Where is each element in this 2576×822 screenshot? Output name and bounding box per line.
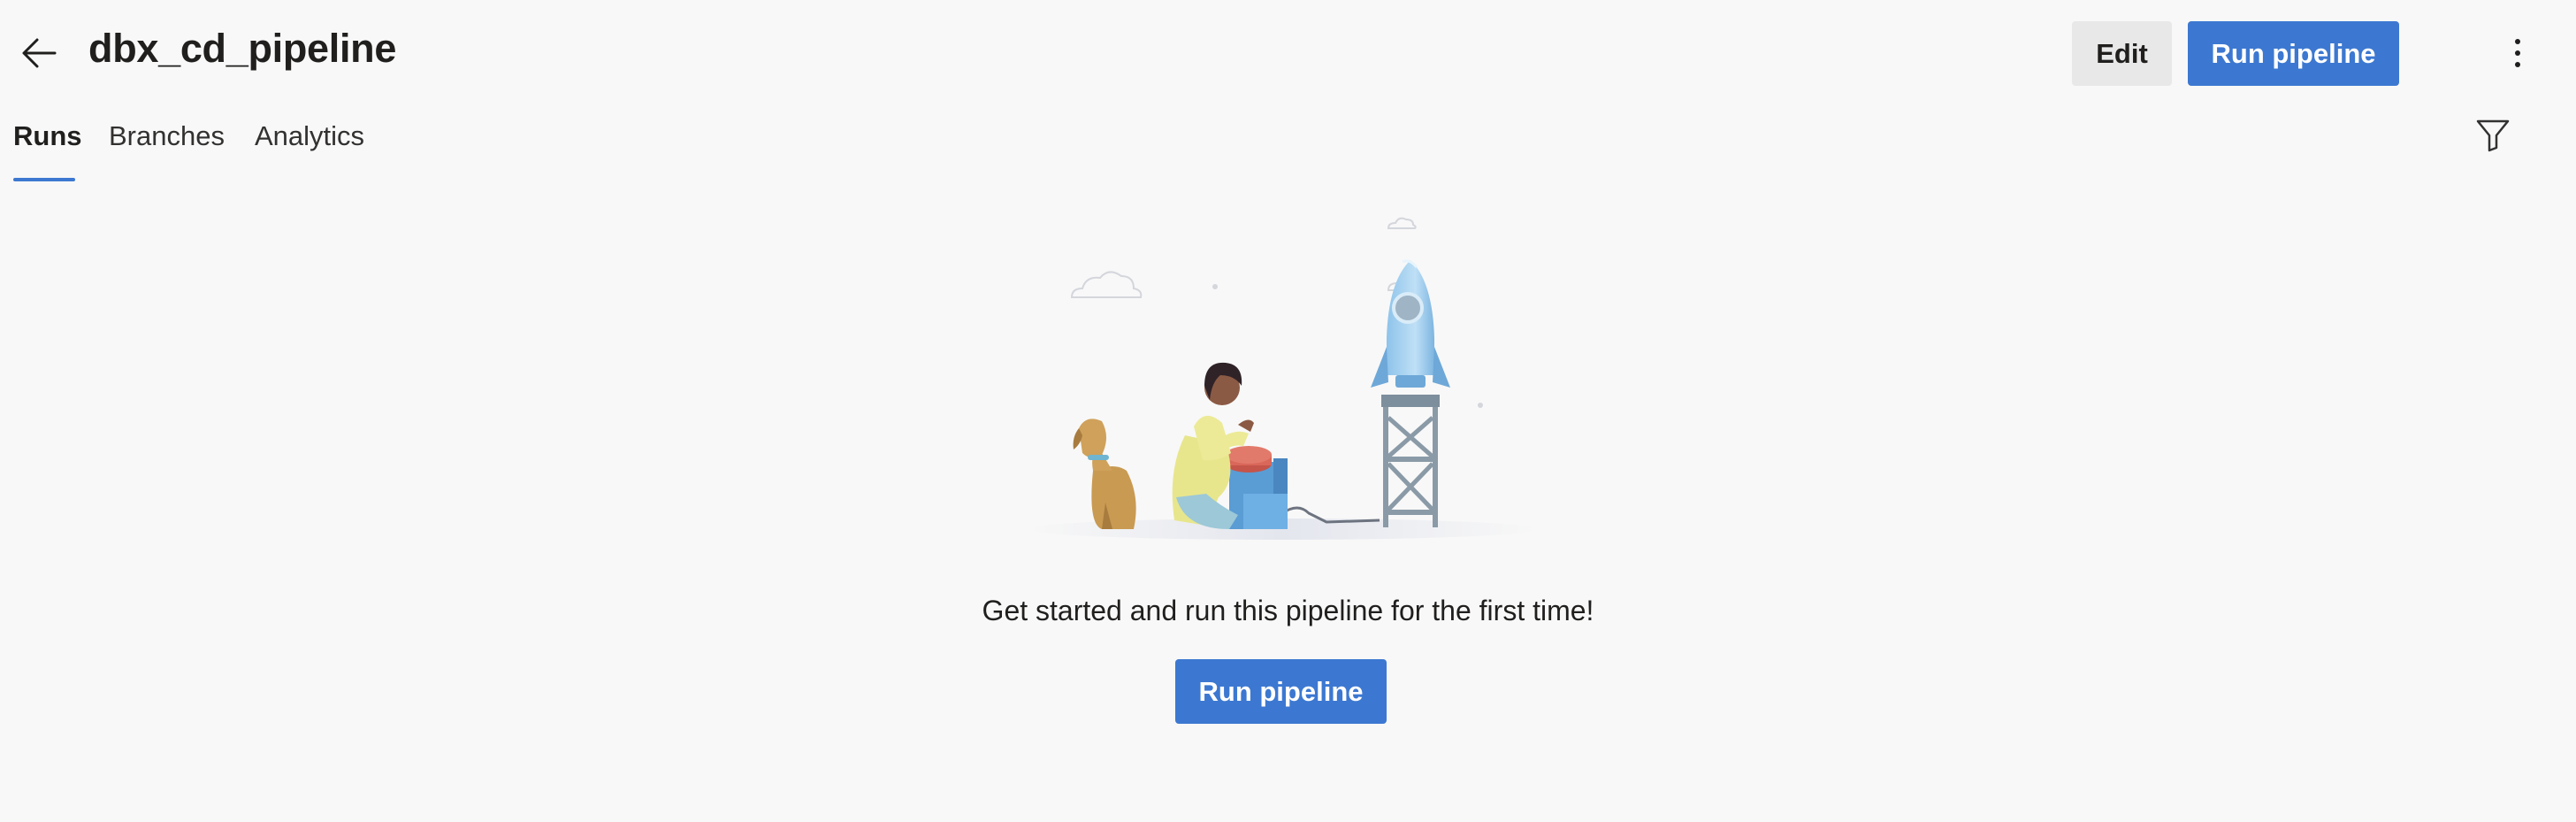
more-options-button[interactable]	[2496, 27, 2540, 80]
tab-analytics[interactable]: Analytics	[255, 113, 364, 159]
back-button[interactable]	[12, 27, 65, 80]
run-pipeline-cta-button[interactable]: Run pipeline	[1175, 659, 1387, 724]
pipeline-page: dbx_cd_pipeline Edit Run pipeline Runs B…	[0, 0, 2576, 822]
more-vertical-icon	[2515, 39, 2520, 67]
filter-icon	[2476, 119, 2510, 152]
edit-button[interactable]: Edit	[2072, 21, 2172, 86]
tab-runs[interactable]: Runs	[13, 113, 82, 159]
rocket-launch-illustration	[1026, 217, 1539, 540]
run-pipeline-button[interactable]: Run pipeline	[2188, 21, 2399, 86]
page-title: dbx_cd_pipeline	[88, 26, 397, 71]
filter-button[interactable]	[2473, 113, 2513, 157]
tab-branches[interactable]: Branches	[109, 113, 225, 159]
active-tab-indicator	[13, 178, 75, 181]
empty-state-message: Get started and run this pipeline for th…	[982, 595, 1594, 626]
arrow-left-icon	[22, 38, 57, 68]
